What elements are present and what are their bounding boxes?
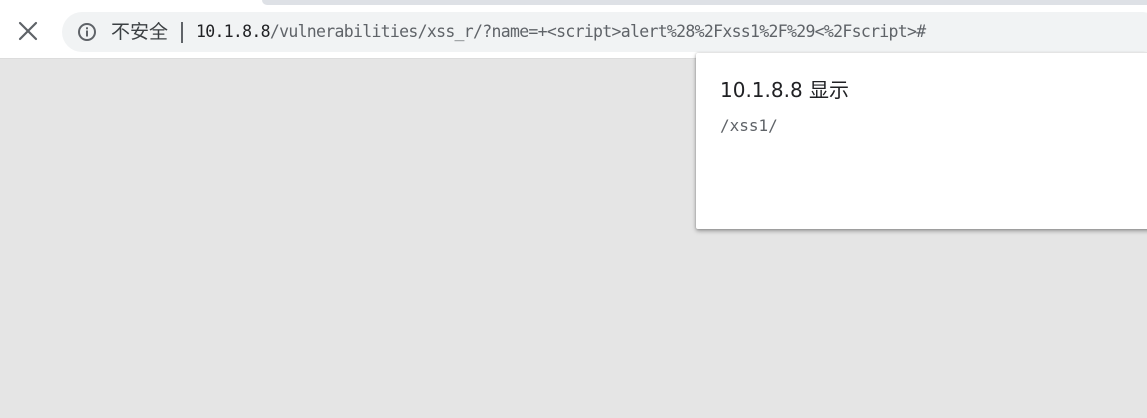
dialog-message: /xss1/ xyxy=(720,116,778,135)
dialog-title: 10.1.8.8 显示 xyxy=(720,78,850,102)
address-bar[interactable]: 不安全 10.1.8.8/vulnerabilities/xss_r/?name… xyxy=(62,12,1147,52)
url-text[interactable]: 10.1.8.8/vulnerabilities/xss_r/?name=+<s… xyxy=(196,21,926,43)
url-path: /vulnerabilities/xss_r/?name=+<script>al… xyxy=(269,22,926,41)
alert-dialog: 10.1.8.8 显示 /xss1/ xyxy=(696,53,1147,229)
close-icon xyxy=(18,21,38,41)
browser-toolbar: 不安全 10.1.8.8/vulnerabilities/xss_r/?name… xyxy=(0,0,1147,59)
stop-loading-button[interactable] xyxy=(12,15,44,47)
tab-strip xyxy=(262,0,1147,5)
security-status-label[interactable]: 不安全 xyxy=(111,21,168,43)
info-icon[interactable] xyxy=(77,22,97,42)
omnibox-divider xyxy=(181,22,183,43)
url-host: 10.1.8.8 xyxy=(196,22,271,41)
